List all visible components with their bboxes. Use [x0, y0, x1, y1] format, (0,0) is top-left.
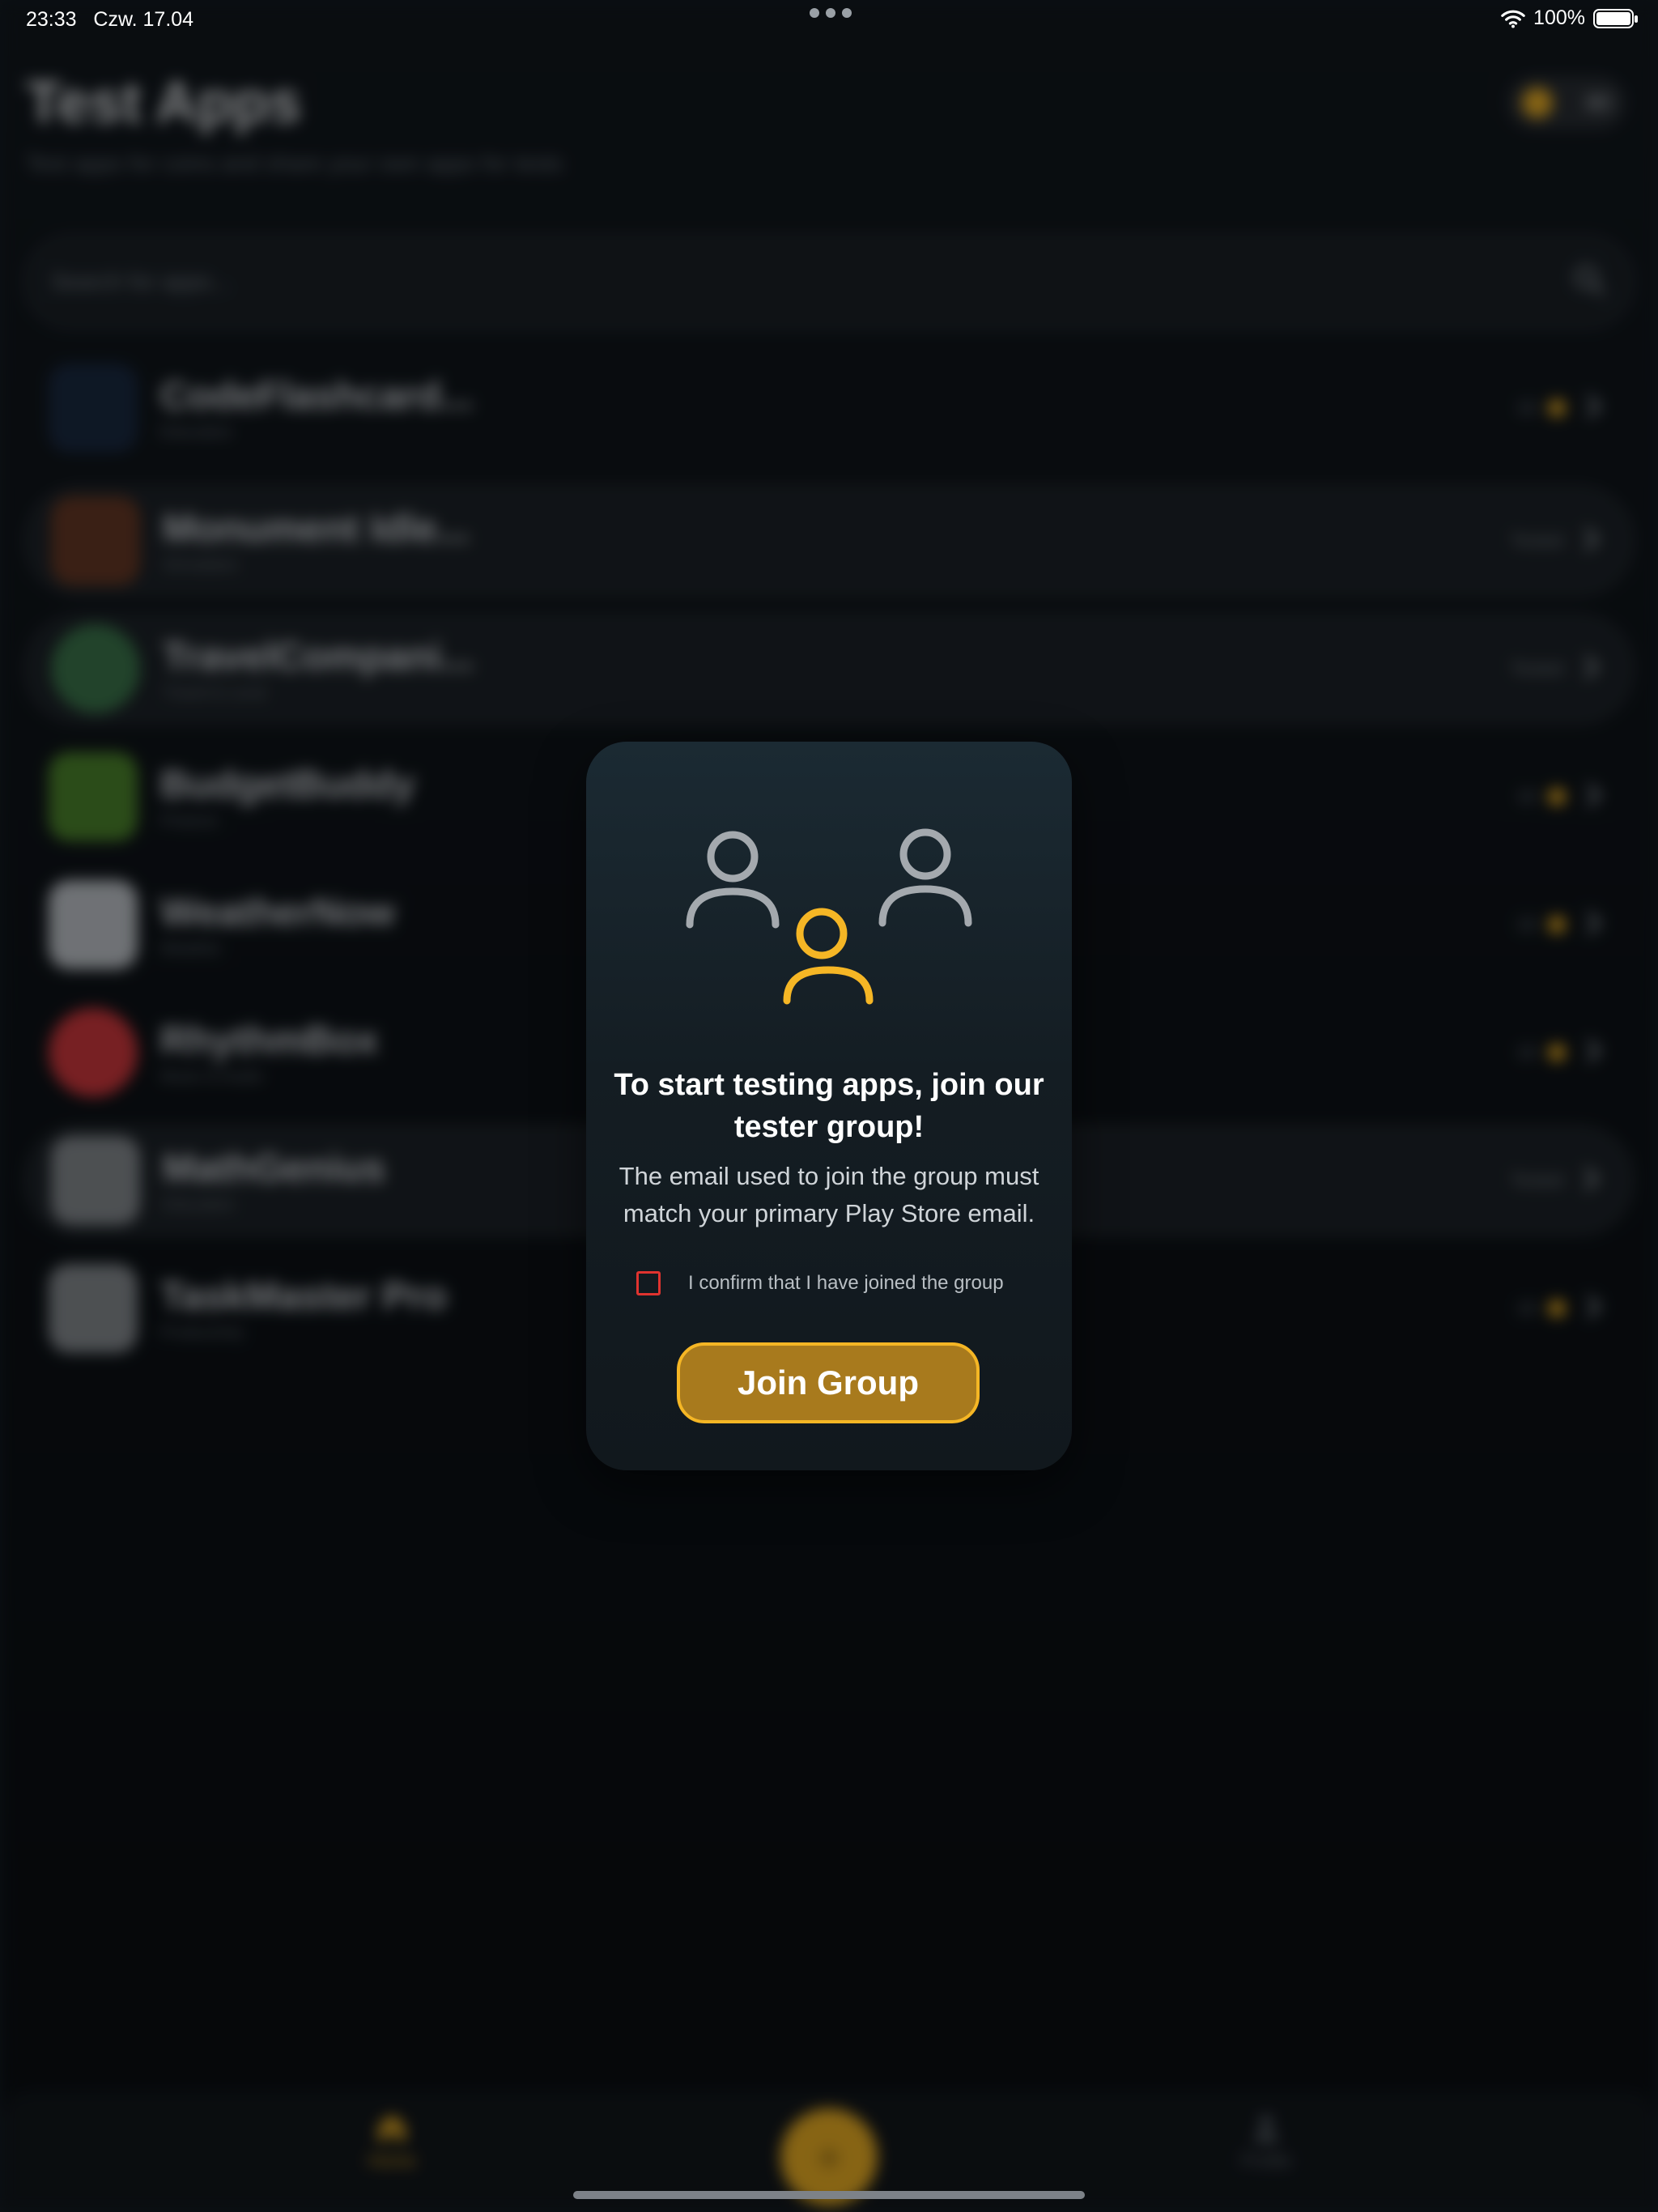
status-bar: 23:33 Czw. 17.04 100% [0, 0, 1658, 39]
coin-icon [1522, 87, 1553, 118]
reward-count: 10 [1516, 398, 1537, 418]
app-name: BudgetBuddy [160, 764, 415, 806]
wifi-icon [1501, 10, 1525, 28]
search-input[interactable]: Search for apps... [51, 269, 230, 295]
chevron-right-icon [1577, 779, 1609, 815]
reward-count: 10 [1516, 914, 1537, 934]
search-icon[interactable] [1571, 262, 1607, 302]
coin-icon [1548, 1300, 1566, 1317]
reward-count: 10 [1516, 1042, 1537, 1062]
confirm-joined-checkbox[interactable] [636, 1271, 661, 1295]
app-name: Monument Idle... [163, 508, 470, 551]
coin-count: 80 [1585, 90, 1611, 115]
app-category: Finance [160, 812, 219, 830]
reward-count: 10 [1516, 1298, 1537, 1318]
app-category: Simulation [163, 556, 239, 574]
home-icon [378, 2114, 406, 2142]
app-row[interactable]: CodeFlashcard... Education 10 [24, 353, 1634, 463]
app-name: MathGenius [163, 1147, 385, 1190]
page-subtitle: Test apps for coins and share your own a… [26, 151, 563, 176]
reward-count: 10 [1516, 786, 1537, 806]
tab-profile-label: Profile [1240, 2150, 1292, 2171]
status-time: 23:33 [26, 8, 77, 31]
app-name: TravelCompani... [163, 636, 474, 678]
battery-percent: 100% [1533, 6, 1585, 29]
app-icon [49, 364, 138, 453]
person-icon [1254, 2116, 1278, 2142]
app-name: RhythmBox [160, 1019, 379, 1062]
join-group-dialog: To start testing apps, join our tester g… [586, 742, 1072, 1470]
home-indicator[interactable] [573, 2191, 1085, 2199]
battery-icon [1593, 8, 1638, 28]
coin-balance[interactable]: 80 [1507, 76, 1626, 130]
app-category: Travel & Local [163, 684, 266, 702]
multitasking-dots-icon[interactable] [810, 8, 852, 18]
app-name: TaskMaster Pro [160, 1275, 447, 1318]
chevron-right-icon [1575, 523, 1607, 559]
tested-label: Tested [1511, 530, 1563, 551]
tested-label: Tested [1511, 1170, 1563, 1190]
coin-icon [1548, 399, 1566, 417]
coin-icon [1548, 916, 1566, 934]
tab-profile[interactable]: Profile [1209, 2110, 1323, 2172]
coin-icon [1548, 788, 1566, 806]
chevron-right-icon [1577, 1291, 1609, 1327]
app-row[interactable]: TravelCompani... Travel & Local Tested [24, 614, 1634, 724]
app-icon [49, 1264, 138, 1353]
tested-label: Tested [1511, 658, 1563, 678]
coin-icon [1548, 1044, 1566, 1061]
dialog-title: To start testing apps, join our tester g… [614, 1068, 1044, 1144]
page-title: Test Apps [26, 70, 302, 135]
app-icon [49, 880, 138, 969]
app-row[interactable]: Monument Idle... Simulation Tested [24, 486, 1634, 596]
chevron-right-icon [1577, 390, 1609, 427]
tab-home-label: Home [368, 2150, 416, 2171]
app-icon [49, 1008, 138, 1097]
chevron-right-icon [1575, 1163, 1607, 1199]
confirm-joined-row[interactable]: I confirm that I have joined the group [636, 1271, 1004, 1295]
chevron-right-icon [1577, 1035, 1609, 1071]
app-name: WeatherNow [160, 891, 395, 934]
app-category: Music & Audio [160, 1068, 263, 1086]
app-category: Productivity [160, 1324, 244, 1342]
confirm-joined-label[interactable]: I confirm that I have joined the group [688, 1272, 1004, 1295]
people-group-icon [686, 828, 972, 1005]
app-icon [51, 624, 140, 713]
chevron-right-icon [1577, 907, 1609, 943]
app-category: Weather [160, 940, 222, 958]
dialog-description: The email used to join the group must ma… [619, 1162, 1039, 1227]
chevron-right-icon [1575, 651, 1607, 687]
search-bar[interactable]: Search for apps... [24, 235, 1634, 329]
app-icon [49, 752, 138, 841]
app-icon [51, 1136, 140, 1225]
app-category: Education [163, 1196, 235, 1214]
app-category: Education [160, 423, 232, 441]
join-group-button[interactable]: Join Group [677, 1342, 980, 1423]
app-name: CodeFlashcard... [160, 375, 474, 418]
app-icon [51, 496, 140, 585]
status-date: Czw. 17.04 [93, 8, 194, 31]
tab-home[interactable]: Home [335, 2110, 449, 2172]
